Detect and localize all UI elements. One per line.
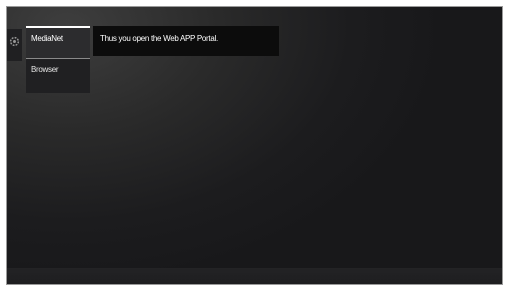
menu-item-browser[interactable]: Browser <box>26 58 90 93</box>
settings-gear-icon <box>9 36 20 47</box>
side-strip[interactable] <box>7 29 22 61</box>
bottom-bar <box>7 268 502 284</box>
menu-item-label: MediaNet <box>31 34 63 43</box>
tooltip-text: Thus you open the Web APP Portal. <box>100 34 218 43</box>
menu-item-label: Browser <box>31 65 59 74</box>
menu-item-medianet[interactable]: MediaNet <box>26 26 90 58</box>
hint-tooltip: Thus you open the Web APP Portal. <box>93 26 279 56</box>
app-menu: MediaNet Browser <box>26 26 90 93</box>
tv-screen: MediaNet Browser Thus you open the Web A… <box>6 6 503 285</box>
